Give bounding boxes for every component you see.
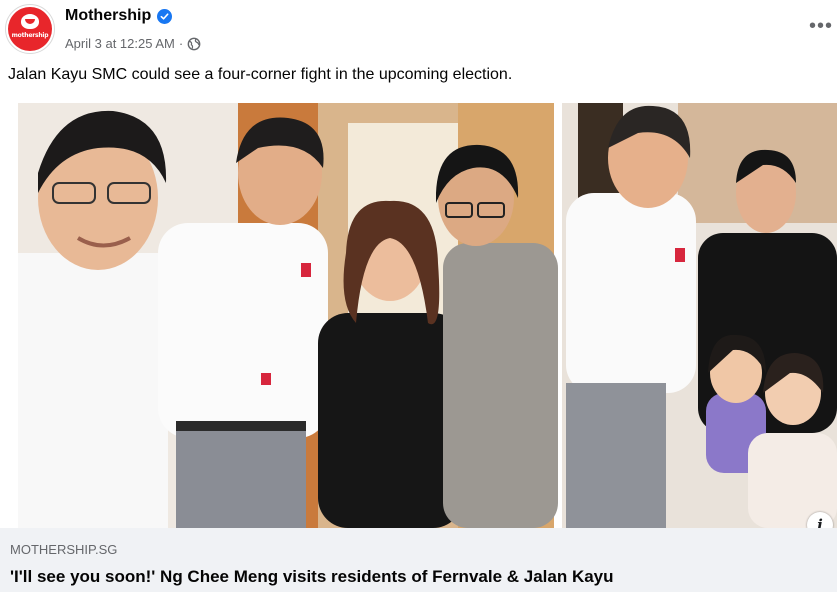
post-meta: April 3 at 12:25 AM · <box>65 36 201 51</box>
link-title[interactable]: 'I'll see you soon!' Ng Chee Meng visits… <box>10 567 614 587</box>
avatar-logo-text: mothership <box>11 32 49 39</box>
verified-badge-icon <box>157 8 173 24</box>
link-domain: MOTHERSHIP.SG <box>10 542 118 557</box>
page-name-row: Mothership <box>65 7 173 25</box>
mothership-logo-icon: mothership <box>8 7 52 51</box>
more-horizontal-icon: ••• <box>808 15 833 37</box>
post-timestamp-link[interactable]: April 3 at 12:25 AM <box>65 36 175 51</box>
page-name-link[interactable]: Mothership <box>65 7 151 25</box>
post-header: mothership Mothership April 3 at 12:25 A… <box>0 0 837 62</box>
more-options-button[interactable]: ••• <box>807 14 835 38</box>
post-photo[interactable] <box>18 103 837 528</box>
photo-collage-image <box>18 103 837 528</box>
post-caption: Jalan Kayu SMC could see a four-corner f… <box>8 66 513 83</box>
globe-icon[interactable] <box>187 37 201 51</box>
meta-separator: · <box>178 36 184 51</box>
avatar[interactable]: mothership <box>5 4 55 54</box>
link-preview-card[interactable]: MOTHERSHIP.SG 'I'll see you soon!' Ng Ch… <box>0 528 837 592</box>
